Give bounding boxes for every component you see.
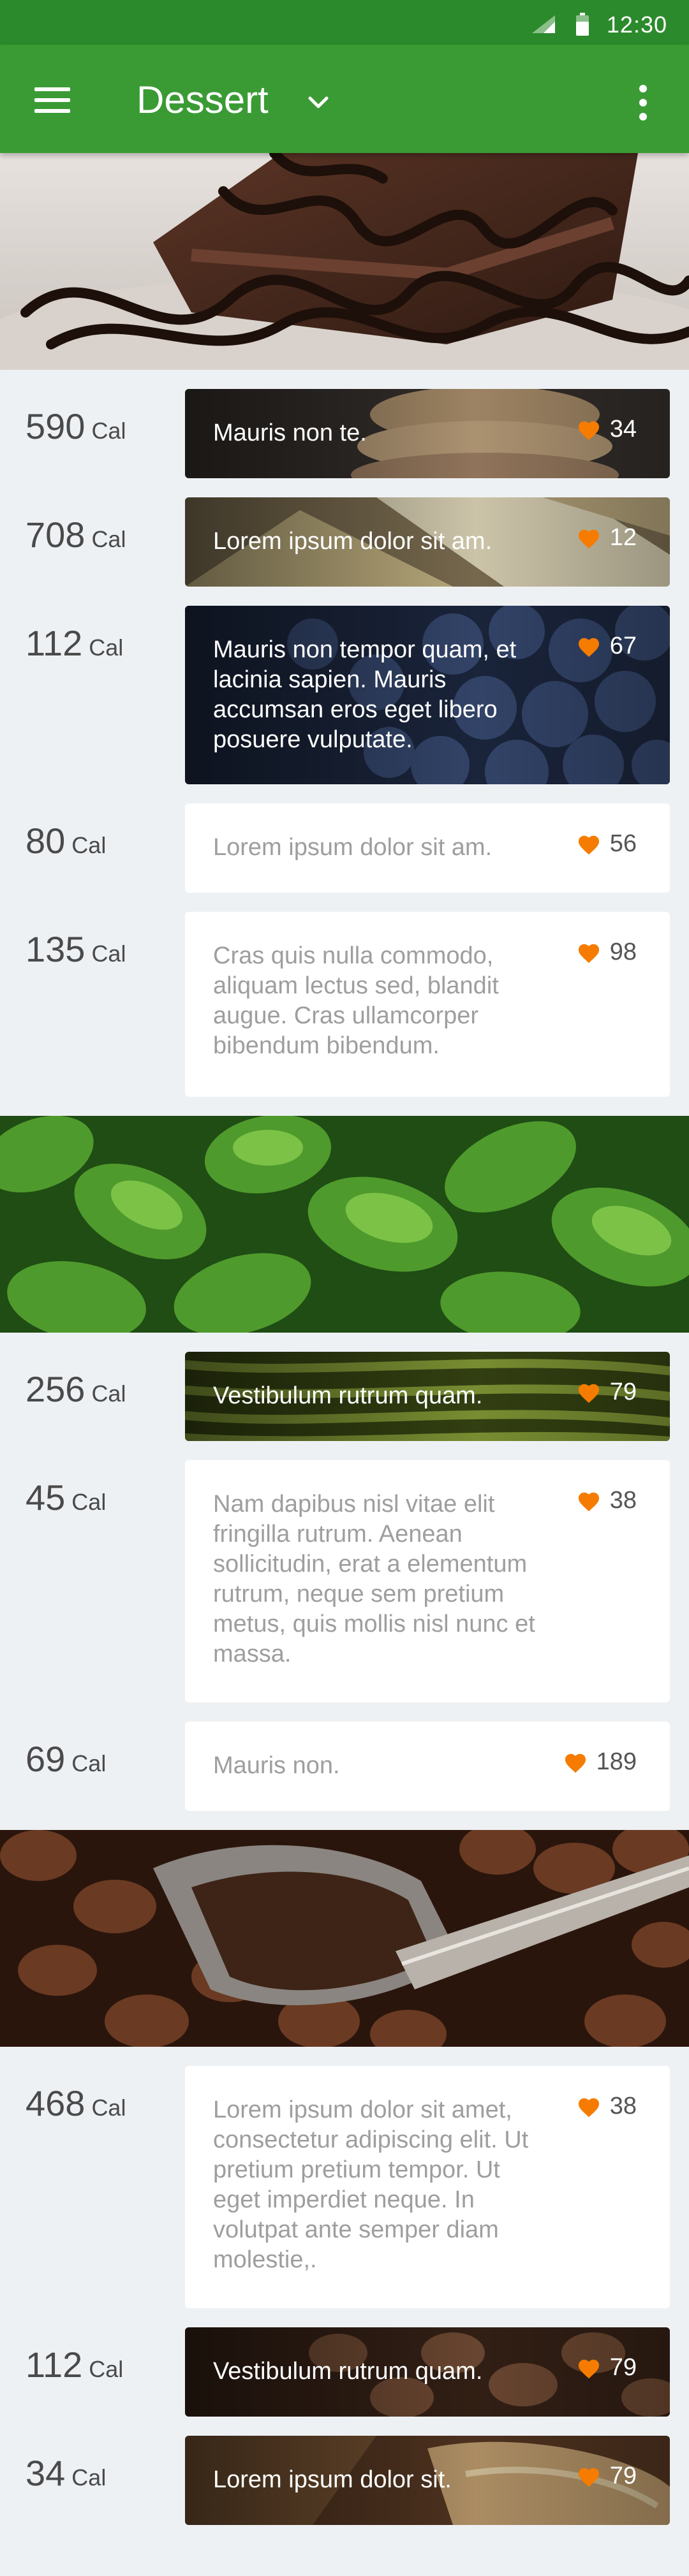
- status-time: 12:30: [606, 11, 667, 38]
- heart-icon: [577, 2466, 601, 2487]
- coffee-beans-image: [0, 1830, 689, 2047]
- chevron-down-icon[interactable]: [306, 91, 330, 115]
- like-count[interactable]: 79: [577, 2354, 637, 2382]
- like-count[interactable]: 98: [577, 939, 637, 966]
- like-count[interactable]: 38: [577, 1487, 637, 1514]
- like-count[interactable]: 79: [577, 1379, 637, 1406]
- item-text: Lorem ipsum dolor sit amet, consectetur …: [213, 2097, 529, 2273]
- like-count[interactable]: 38: [577, 2093, 637, 2120]
- heart-icon: [577, 2096, 601, 2118]
- item-text: Mauris non.: [213, 1752, 340, 1779]
- list-item[interactable]: Vestibulum rutrum quam. 79: [185, 2327, 670, 2417]
- list-item[interactable]: Lorem ipsum dolor sit am. 56: [185, 803, 670, 893]
- list-item[interactable]: Mauris non tempor quam, et lacinia sapie…: [185, 606, 670, 784]
- signal-icon: [532, 15, 555, 33]
- heart-icon: [577, 527, 601, 549]
- item-text: Lorem ipsum dolor sit.: [213, 2466, 452, 2493]
- item-text: Mauris non te.: [213, 420, 367, 446]
- item-text: Nam dapibus nisl vitae elit fringilla ru…: [213, 1491, 535, 1667]
- item-text: Cras quis nulla commodo, aliquam lectus …: [213, 942, 499, 1059]
- heart-icon: [577, 2357, 601, 2379]
- more-vert-icon[interactable]: [633, 84, 653, 121]
- app-bar: Dessert: [0, 45, 689, 153]
- list-item[interactable]: Vestibulum rutrum quam. 79: [185, 1352, 670, 1441]
- heart-icon: [577, 1382, 601, 1403]
- heart-icon: [563, 1752, 588, 1773]
- like-count[interactable]: 79: [577, 2463, 637, 2490]
- heart-icon: [577, 833, 601, 855]
- heart-icon: [577, 942, 601, 963]
- item-text: Vestibulum rutrum quam.: [213, 1382, 483, 1409]
- calorie-label: 112 Cal: [26, 623, 124, 663]
- calorie-label: 80 Cal: [26, 821, 107, 861]
- list-item[interactable]: Lorem ipsum dolor sit amet, consectetur …: [185, 2066, 670, 2308]
- calorie-label: 590 Cal: [26, 406, 126, 446]
- list-item[interactable]: Nam dapibus nisl vitae elit fringilla ru…: [185, 1460, 670, 1702]
- heart-icon: [577, 1490, 601, 1512]
- menu-icon[interactable]: [34, 86, 73, 114]
- like-count[interactable]: 34: [577, 416, 637, 443]
- calorie-label: 112 Cal: [26, 2345, 124, 2385]
- calorie-label: 45 Cal: [26, 1477, 107, 1518]
- list-item[interactable]: Lorem ipsum dolor sit am. 12: [185, 497, 670, 587]
- list-item[interactable]: Lorem ipsum dolor sit. 79: [185, 2436, 670, 2525]
- calorie-label: 135 Cal: [26, 929, 126, 969]
- item-text: Vestibulum rutrum quam.: [213, 2358, 483, 2385]
- like-count[interactable]: 56: [577, 830, 637, 858]
- status-bar: 12:30: [0, 0, 689, 45]
- calorie-label: 708 Cal: [26, 515, 126, 555]
- page-title[interactable]: Dessert: [137, 78, 269, 122]
- green-leaves-image: [0, 1116, 689, 1333]
- list-item[interactable]: Mauris non te. 34: [185, 389, 670, 478]
- calorie-label: 468 Cal: [26, 2083, 126, 2123]
- list-item[interactable]: Cras quis nulla commodo, aliquam lectus …: [185, 912, 670, 1097]
- item-text: Lorem ipsum dolor sit am.: [213, 528, 493, 555]
- like-count[interactable]: 67: [577, 633, 637, 660]
- item-text: Lorem ipsum dolor sit am.: [213, 834, 493, 861]
- heart-icon: [577, 636, 601, 657]
- like-count[interactable]: 189: [563, 1748, 637, 1776]
- battery-icon: [576, 13, 589, 36]
- calorie-label: 256 Cal: [26, 1369, 126, 1409]
- list-item[interactable]: Mauris non. 189: [185, 1722, 670, 1811]
- chocolate-cake-image: [0, 153, 689, 370]
- calorie-label: 34 Cal: [26, 2453, 107, 2493]
- item-text: Mauris non tempor quam, et lacinia sapie…: [213, 636, 517, 753]
- like-count[interactable]: 12: [577, 524, 637, 552]
- heart-icon: [577, 419, 601, 441]
- calorie-label: 69 Cal: [26, 1739, 107, 1779]
